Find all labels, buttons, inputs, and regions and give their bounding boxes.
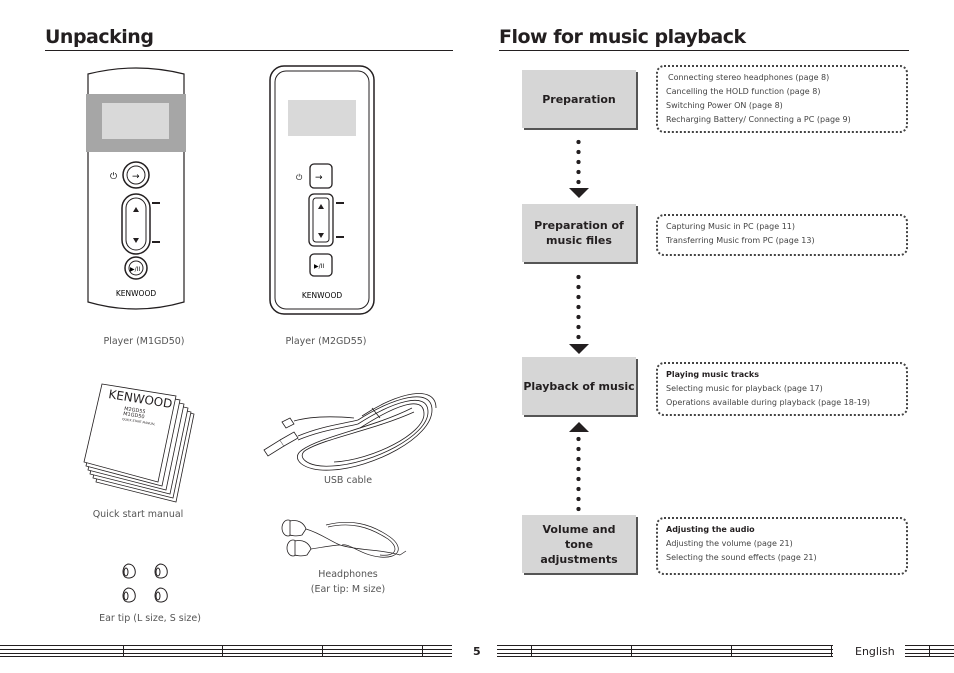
flow-notes-preparation-of-music-files: Capturing Music in PC (page 11) Transfer… — [656, 214, 908, 256]
svg-text:⏻: ⏻ — [296, 173, 303, 182]
note-line: Cancelling the HOLD function (page 8) — [666, 87, 821, 96]
language-label: English — [855, 645, 895, 658]
footer-tick — [422, 646, 423, 656]
player-m2gd55-illustration: → ⏻ ▶/II KENWOOD — [269, 65, 375, 315]
device-brand-label: KENWOOD — [302, 291, 342, 300]
footer-rule-right — [497, 645, 833, 657]
flow-step-label: Volume and tone adjustments — [540, 522, 618, 566]
flow-step-label: Playback of music — [523, 379, 635, 393]
player-m2gd55-caption: Player (M2GD55) — [285, 336, 367, 347]
usb-cable-caption: USB cable — [323, 475, 373, 486]
flow-dotted-connector — [576, 434, 581, 514]
flow-step-preparation-of-music-files: Preparation of music files — [522, 204, 636, 262]
headphones-caption-line2: (Ear tip: M size) — [310, 584, 386, 595]
flow-step-label: Preparation — [542, 92, 616, 106]
usb-cable-illustration — [263, 393, 437, 471]
note-heading: Playing music tracks — [666, 370, 759, 379]
footer-tick — [531, 646, 532, 656]
svg-text:▶/II: ▶/II — [130, 266, 140, 273]
footer-tick — [222, 646, 223, 656]
note-line: Recharging Battery/ Connecting a PC (pag… — [666, 115, 851, 124]
note-line: Operations available during playback (pa… — [666, 398, 871, 407]
flow-dotted-connector — [576, 137, 581, 187]
headphones-caption-line1: Headphones — [318, 569, 378, 580]
player-m1gd50-caption: Player (M1GD50) — [103, 336, 185, 347]
footer-tick — [322, 646, 323, 656]
note-line: Selecting the sound effects (page 21) — [666, 553, 817, 562]
footer-tick — [731, 646, 732, 656]
device-brand-label: KENWOOD — [116, 289, 156, 298]
footer-tick — [631, 646, 632, 656]
flow-dotted-connector — [576, 272, 581, 342]
unpacking-title-rule — [45, 50, 453, 51]
svg-text:▶/II: ▶/II — [314, 263, 324, 270]
note-line: Adjusting the volume (page 21) — [666, 539, 793, 548]
flow-notes-volume-and-tone: Adjusting the audio Adjusting the volume… — [656, 517, 908, 575]
flow-step-playback-of-music: Playback of music — [522, 357, 636, 415]
svg-text:⏻: ⏻ — [110, 171, 117, 182]
note-line: Switching Power ON (page 8) — [666, 101, 783, 110]
flow-title: Flow for music playback — [499, 26, 746, 48]
unpacking-title: Unpacking — [45, 26, 154, 48]
svg-text:→: → — [132, 172, 140, 182]
flow-notes-playback-of-music: Playing music tracks Selecting music for… — [656, 362, 908, 416]
footer-tick — [929, 646, 930, 656]
flow-step-label: Preparation of music files — [534, 219, 624, 247]
headphones-illustration — [281, 519, 407, 558]
svg-text:→: → — [315, 173, 323, 183]
arrow-down-icon — [569, 344, 589, 354]
manual-illustration: KENWOOD M2GD55 M1GD50 QUICK START MANUAL — [83, 383, 195, 503]
ear-tip-caption: Ear tip (L size, S size) — [99, 613, 201, 624]
note-line: Transferring Music from PC (page 13) — [666, 236, 815, 245]
arrow-down-icon — [569, 188, 589, 198]
note-line: Selecting music for playback (page 17) — [666, 384, 823, 393]
note-line: Connecting stereo headphones (page 8) — [668, 73, 830, 82]
manual-caption: Quick start manual — [92, 509, 184, 520]
footer-rule-end — [905, 645, 954, 657]
page-number: 5 — [473, 645, 481, 658]
headphones-caption: Headphones (Ear tip: M size) — [305, 567, 391, 597]
note-line: Capturing Music in PC (page 11) — [666, 222, 796, 231]
player-m1gd50-illustration: → ⏻ ▶/II KENWOOD — [86, 67, 186, 310]
flow-notes-preparation: Connecting stereo headphones (page 8) Ca… — [656, 65, 908, 133]
flow-step-preparation: Preparation — [522, 70, 636, 128]
flow-title-rule — [499, 50, 909, 51]
footer-tick — [831, 646, 832, 656]
flow-step-volume-and-tone-adjustments: Volume and tone adjustments — [522, 515, 636, 573]
footer-tick — [123, 646, 124, 656]
footer-rule-left — [0, 645, 452, 657]
ear-tip-illustration — [122, 563, 168, 603]
note-heading: Adjusting the audio — [666, 525, 755, 534]
arrow-up-icon — [569, 422, 589, 432]
